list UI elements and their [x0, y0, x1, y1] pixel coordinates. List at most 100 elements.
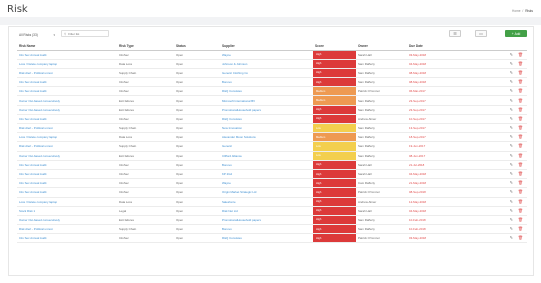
supplier-link[interactable]: R&Q Consistes — [220, 114, 313, 125]
trash-icon[interactable]: 🗑 — [518, 98, 523, 103]
column-header-risk-type[interactable]: Risk Type — [117, 43, 174, 51]
risk-name-link[interactable]: Info Sec Annual Audit — [17, 178, 117, 189]
trash-icon[interactable]: 🗑 — [518, 227, 523, 231]
risk-name-link[interactable]: Risk Alert - Political unrest — [17, 141, 117, 152]
risk-name-link[interactable]: Info Sec Annual Audit — [17, 233, 117, 244]
edit-icon[interactable]: ✎ — [510, 89, 513, 93]
table-row[interactable]: Info Sec Annual Audit InfoSec Open R&Q Cons… — [17, 233, 527, 244]
risk-name-link[interactable]: Info Sec Annual Audit — [17, 187, 117, 198]
trash-icon[interactable]: 🗑 — [518, 70, 523, 75]
risk-name-link[interactable]: Loss / Delete company laptop — [17, 59, 117, 69]
risk-name-link[interactable]: Loss / Delete company laptop — [17, 197, 117, 207]
trash-icon[interactable]: 🗑 — [518, 208, 523, 213]
supplier-link[interactable]: R&Q Consistes — [220, 233, 313, 244]
table-row[interactable]: Info Sec Annual Audit InfoSec Open Bonovo Hi… — [17, 160, 527, 170]
supplier-link[interactable]: Bonovo — [220, 77, 313, 88]
supplier-link[interactable]: Origin Market Strategic Ltd — [220, 187, 313, 198]
table-row[interactable]: Owner Out-based consecutively Exit failur… — [17, 215, 527, 226]
trash-icon[interactable]: 🗑 — [518, 126, 523, 130]
supplier-link[interactable]: Risk Net Ltd — [220, 206, 313, 216]
trash-icon[interactable]: 🗑 — [518, 116, 523, 121]
edit-icon[interactable]: ✎ — [510, 227, 513, 231]
column-header-supplier[interactable]: Supplier — [220, 43, 313, 51]
risk-name-link[interactable]: Info Sec Annual Audit — [17, 160, 117, 170]
breadcrumb-home[interactable]: Home — [512, 9, 521, 13]
columns-button[interactable]: ▭ — [475, 30, 487, 37]
risk-name-link[interactable]: Owner Out-based consecutively — [17, 215, 117, 226]
edit-icon[interactable]: ✎ — [510, 153, 513, 158]
table-row[interactable]: Info Sec Annual Audit InfoSec Open R&Q Cons… — [17, 114, 527, 125]
trash-icon[interactable]: 🗑 — [518, 52, 523, 57]
column-header-score[interactable]: Score — [313, 43, 356, 51]
table-row[interactable]: Info Sec Annual Audit InfoSec Open R&Q Cons… — [17, 86, 527, 97]
supplier-link[interactable]: PromotionalHousehold papers — [220, 105, 313, 115]
edit-icon[interactable]: ✎ — [510, 162, 513, 167]
supplier-link[interactable]: Bonovo — [220, 224, 313, 235]
table-row[interactable]: Owner Out-based consecutively Exit failur… — [17, 105, 527, 115]
table-row[interactable]: Loss / Delete company laptop Data Loss Ope… — [17, 59, 527, 69]
table-row[interactable]: Risk Alert - Political unrest Supply Chai… — [17, 68, 527, 79]
table-row[interactable]: Loss / Delete company laptop Data Loss Ope… — [17, 132, 527, 143]
edit-icon[interactable]: ✎ — [510, 107, 513, 112]
supplier-link[interactable]: Clifford Alliance — [220, 151, 313, 161]
table-row[interactable]: Info Sec Annual Audit InfoSec Open Bonovo Hi… — [17, 77, 527, 88]
edit-icon[interactable]: ✎ — [510, 217, 513, 222]
trash-icon[interactable]: 🗑 — [518, 153, 523, 158]
table-row[interactable]: Owner Out-based consecutively Exit failur… — [17, 95, 527, 106]
risk-name-link[interactable]: Info Sec Annual Audit — [17, 86, 117, 97]
trash-icon[interactable]: 🗑 — [518, 172, 523, 176]
risk-name-link[interactable]: Owner Out-based consecutively — [17, 95, 117, 106]
supplier-link[interactable]: PromotionalHousehold papers — [220, 215, 313, 226]
risk-name-link[interactable]: Risk Alert - Political unrest — [17, 224, 117, 235]
edit-icon[interactable]: ✎ — [510, 135, 513, 139]
table-row[interactable]: Loss / Delete company laptop Data Loss Ope… — [17, 197, 527, 207]
column-header-owner[interactable]: Owner — [356, 43, 407, 51]
supplier-link[interactable]: Generic Clothing Co — [220, 68, 313, 79]
table-row[interactable]: Risk Alert - Political unrest Supply Chai… — [17, 123, 527, 134]
column-header-due-date[interactable]: Due Date — [407, 43, 472, 51]
filter-button[interactable]: ☰ — [449, 30, 461, 37]
trash-icon[interactable]: 🗑 — [518, 236, 523, 240]
trash-icon[interactable]: 🗑 — [518, 162, 523, 167]
edit-icon[interactable]: ✎ — [510, 181, 513, 185]
trash-icon[interactable]: 🗑 — [518, 107, 523, 112]
table-row[interactable]: Info Sec Annual Audit InfoSec Open Origin M… — [17, 187, 527, 198]
risk-name-link[interactable]: Info Sec Annual Audit — [17, 114, 117, 125]
trash-icon[interactable]: 🗑 — [518, 199, 523, 204]
risk-name-link[interactable]: Owner Out-based consecutively — [17, 105, 117, 115]
trash-icon[interactable]: 🗑 — [518, 89, 523, 93]
edit-icon[interactable]: ✎ — [510, 208, 513, 213]
supplier-link[interactable]: Wayne — [220, 50, 313, 60]
risk-name-link[interactable]: Stock Risk 1 — [17, 206, 117, 216]
risk-name-link[interactable]: Owner Out-based consecutively — [17, 151, 117, 161]
edit-icon[interactable]: ✎ — [510, 52, 513, 57]
edit-icon[interactable]: ✎ — [510, 80, 513, 84]
supplier-link[interactable]: Wayne — [220, 178, 313, 189]
supplier-link[interactable]: Salesforce — [220, 197, 313, 207]
edit-icon[interactable]: ✎ — [510, 98, 513, 103]
table-row[interactable]: Risk Alert - Political unrest Supply Chai… — [17, 141, 527, 152]
table-row[interactable]: Risk Alert - Political unrest Supply Chai… — [17, 224, 527, 235]
column-header-risk-name[interactable]: Risk Name — [17, 43, 117, 51]
trash-icon[interactable]: 🗑 — [518, 61, 523, 66]
edit-icon[interactable]: ✎ — [510, 126, 513, 130]
search-box[interactable]: ⚲ — [61, 30, 109, 37]
trash-icon[interactable]: 🗑 — [518, 181, 523, 185]
table-row[interactable]: Info Sec Annual Audit InfoSec Open Wayne Hig… — [17, 50, 527, 60]
edit-icon[interactable]: ✎ — [510, 236, 513, 240]
edit-icon[interactable]: ✎ — [510, 199, 513, 204]
column-header-status[interactable]: Status — [174, 43, 220, 51]
risk-filter-select[interactable]: All Risks (33) ▾ — [19, 32, 55, 38]
edit-icon[interactable]: ✎ — [510, 61, 513, 66]
supplier-link[interactable]: Generic — [220, 141, 313, 152]
supplier-link[interactable]: Alexander Moon Solutions — [220, 132, 313, 143]
risk-name-link[interactable]: Info Sec Annual Audit — [17, 50, 117, 60]
risk-name-link[interactable]: Info Sec Annual Audit — [17, 169, 117, 180]
supplier-link[interactable]: New Innovation — [220, 123, 313, 134]
table-row[interactable]: Owner Out-based consecutively Exit failur… — [17, 151, 527, 161]
risk-name-link[interactable]: Loss / Delete company laptop — [17, 132, 117, 143]
risk-name-link[interactable]: Risk Alert - Political unrest — [17, 68, 117, 79]
edit-icon[interactable]: ✎ — [510, 70, 513, 75]
add-risk-button[interactable]: + Add — [505, 30, 527, 37]
table-row[interactable]: Stock Risk 1 Legal Open Risk Net Ltd High Sar… — [17, 206, 527, 216]
